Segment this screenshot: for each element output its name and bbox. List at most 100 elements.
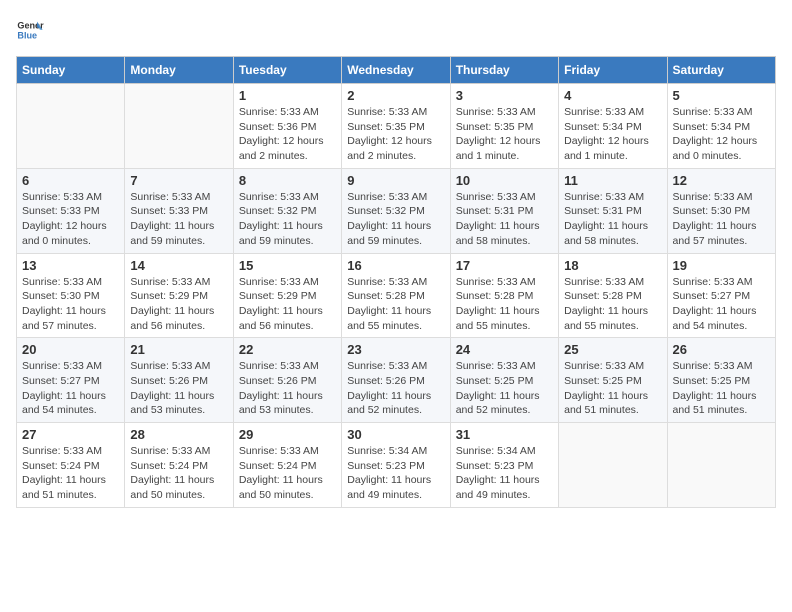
day-info: Sunrise: 5:33 AM Sunset: 5:26 PM Dayligh… bbox=[130, 359, 227, 418]
day-number: 12 bbox=[673, 173, 770, 188]
calendar-cell: 29 Sunrise: 5:33 AM Sunset: 5:24 PM Dayli… bbox=[233, 423, 341, 508]
calendar-cell: 15 Sunrise: 5:33 AM Sunset: 5:29 PM Dayli… bbox=[233, 253, 341, 338]
day-header-thursday: Thursday bbox=[450, 57, 558, 84]
calendar-cell: 31 Sunrise: 5:34 AM Sunset: 5:23 PM Dayli… bbox=[450, 423, 558, 508]
calendar-cell: 2 Sunrise: 5:33 AM Sunset: 5:35 PM Daylig… bbox=[342, 84, 450, 169]
day-number: 1 bbox=[239, 88, 336, 103]
calendar-cell: 13 Sunrise: 5:33 AM Sunset: 5:30 PM Dayli… bbox=[17, 253, 125, 338]
calendar-cell bbox=[559, 423, 667, 508]
day-info: Sunrise: 5:33 AM Sunset: 5:35 PM Dayligh… bbox=[456, 105, 553, 164]
logo-icon: General Blue bbox=[16, 16, 44, 44]
day-number: 9 bbox=[347, 173, 444, 188]
day-info: Sunrise: 5:33 AM Sunset: 5:34 PM Dayligh… bbox=[564, 105, 661, 164]
day-number: 8 bbox=[239, 173, 336, 188]
logo: General Blue bbox=[16, 16, 52, 44]
day-info: Sunrise: 5:33 AM Sunset: 5:26 PM Dayligh… bbox=[239, 359, 336, 418]
day-info: Sunrise: 5:33 AM Sunset: 5:33 PM Dayligh… bbox=[130, 190, 227, 249]
calendar-cell: 16Sunrise: 5:33 AM Sunset: 5:28 PM Dayli… bbox=[342, 253, 450, 338]
day-info: Sunrise: 5:33 AM Sunset: 5:24 PM Dayligh… bbox=[130, 444, 227, 503]
calendar-cell: 12 Sunrise: 5:33 AM Sunset: 5:30 PM Dayli… bbox=[667, 168, 775, 253]
day-number: 6 bbox=[22, 173, 119, 188]
day-number: 17 bbox=[456, 258, 553, 273]
day-number: 19 bbox=[673, 258, 770, 273]
day-info: Sunrise: 5:33 AM Sunset: 5:24 PM Dayligh… bbox=[22, 444, 119, 503]
calendar-table: SundayMondayTuesdayWednesdayThursdayFrid… bbox=[16, 56, 776, 508]
calendar-cell bbox=[125, 84, 233, 169]
day-info: Sunrise: 5:33 AM Sunset: 5:31 PM Dayligh… bbox=[456, 190, 553, 249]
day-header-saturday: Saturday bbox=[667, 57, 775, 84]
day-info: Sunrise: 5:33 AM Sunset: 5:32 PM Dayligh… bbox=[347, 190, 444, 249]
day-number: 7 bbox=[130, 173, 227, 188]
day-info: Sunrise: 5:33 AM Sunset: 5:24 PM Dayligh… bbox=[239, 444, 336, 503]
day-number: 4 bbox=[564, 88, 661, 103]
calendar-cell: 7 Sunrise: 5:33 AM Sunset: 5:33 PM Daylig… bbox=[125, 168, 233, 253]
day-info: Sunrise: 5:33 AM Sunset: 5:35 PM Dayligh… bbox=[347, 105, 444, 164]
day-number: 21 bbox=[130, 342, 227, 357]
calendar-cell: 23 Sunrise: 5:33 AM Sunset: 5:26 PM Dayli… bbox=[342, 338, 450, 423]
calendar-cell: 19 Sunrise: 5:33 AM Sunset: 5:27 PM Dayli… bbox=[667, 253, 775, 338]
calendar-cell: 22 Sunrise: 5:33 AM Sunset: 5:26 PM Dayli… bbox=[233, 338, 341, 423]
day-info: Sunrise: 5:33 AM Sunset: 5:27 PM Dayligh… bbox=[673, 275, 770, 334]
day-info: Sunrise: 5:33 AM Sunset: 5:25 PM Dayligh… bbox=[673, 359, 770, 418]
day-number: 23 bbox=[347, 342, 444, 357]
day-number: 20 bbox=[22, 342, 119, 357]
day-number: 16 bbox=[347, 258, 444, 273]
day-info: Sunrise: 5:33 AM Sunset: 5:32 PM Dayligh… bbox=[239, 190, 336, 249]
page-header: General Blue bbox=[16, 16, 776, 44]
day-number: 27 bbox=[22, 427, 119, 442]
day-number: 3 bbox=[456, 88, 553, 103]
day-info: Sunrise: 5:33 AM Sunset: 5:34 PM Dayligh… bbox=[673, 105, 770, 164]
calendar-cell: 9 Sunrise: 5:33 AM Sunset: 5:32 PM Daylig… bbox=[342, 168, 450, 253]
day-info: Sunrise: 5:33 AM Sunset: 5:28 PM Dayligh… bbox=[456, 275, 553, 334]
day-number: 18 bbox=[564, 258, 661, 273]
day-number: 31 bbox=[456, 427, 553, 442]
calendar-cell: 10 Sunrise: 5:33 AM Sunset: 5:31 PM Dayli… bbox=[450, 168, 558, 253]
day-info: Sunrise: 5:33 AM Sunset: 5:30 PM Dayligh… bbox=[22, 275, 119, 334]
day-info: Sunrise: 5:33 AM Sunset: 5:29 PM Dayligh… bbox=[239, 275, 336, 334]
calendar-cell: 26Sunrise: 5:33 AM Sunset: 5:25 PM Dayli… bbox=[667, 338, 775, 423]
day-header-wednesday: Wednesday bbox=[342, 57, 450, 84]
calendar-cell bbox=[667, 423, 775, 508]
calendar-week-3: 13 Sunrise: 5:33 AM Sunset: 5:30 PM Dayli… bbox=[17, 253, 776, 338]
calendar-cell: 4 Sunrise: 5:33 AM Sunset: 5:34 PM Daylig… bbox=[559, 84, 667, 169]
calendar-cell: 20 Sunrise: 5:33 AM Sunset: 5:27 PM Dayli… bbox=[17, 338, 125, 423]
calendar-header: SundayMondayTuesdayWednesdayThursdayFrid… bbox=[17, 57, 776, 84]
day-number: 15 bbox=[239, 258, 336, 273]
calendar-cell: 28 Sunrise: 5:33 AM Sunset: 5:24 PM Dayli… bbox=[125, 423, 233, 508]
day-number: 30 bbox=[347, 427, 444, 442]
day-info: Sunrise: 5:33 AM Sunset: 5:30 PM Dayligh… bbox=[673, 190, 770, 249]
day-number: 28 bbox=[130, 427, 227, 442]
day-info: Sunrise: 5:33 AM Sunset: 5:36 PM Dayligh… bbox=[239, 105, 336, 164]
day-number: 2 bbox=[347, 88, 444, 103]
calendar-cell: 8 Sunrise: 5:33 AM Sunset: 5:32 PM Daylig… bbox=[233, 168, 341, 253]
day-info: Sunrise: 5:34 AM Sunset: 5:23 PM Dayligh… bbox=[456, 444, 553, 503]
calendar-cell: 24Sunrise: 5:33 AM Sunset: 5:25 PM Dayli… bbox=[450, 338, 558, 423]
svg-text:Blue: Blue bbox=[17, 30, 37, 40]
day-info: Sunrise: 5:33 AM Sunset: 5:26 PM Dayligh… bbox=[347, 359, 444, 418]
calendar-week-2: 6 Sunrise: 5:33 AM Sunset: 5:33 PM Daylig… bbox=[17, 168, 776, 253]
calendar-cell: 14Sunrise: 5:33 AM Sunset: 5:29 PM Dayli… bbox=[125, 253, 233, 338]
day-info: Sunrise: 5:33 AM Sunset: 5:27 PM Dayligh… bbox=[22, 359, 119, 418]
calendar-cell: 18 Sunrise: 5:33 AM Sunset: 5:28 PM Dayli… bbox=[559, 253, 667, 338]
calendar-cell: 21 Sunrise: 5:33 AM Sunset: 5:26 PM Dayli… bbox=[125, 338, 233, 423]
day-number: 29 bbox=[239, 427, 336, 442]
day-info: Sunrise: 5:33 AM Sunset: 5:25 PM Dayligh… bbox=[564, 359, 661, 418]
day-header-sunday: Sunday bbox=[17, 57, 125, 84]
day-number: 5 bbox=[673, 88, 770, 103]
day-number: 13 bbox=[22, 258, 119, 273]
day-info: Sunrise: 5:33 AM Sunset: 5:33 PM Dayligh… bbox=[22, 190, 119, 249]
calendar-cell: 1 Sunrise: 5:33 AM Sunset: 5:36 PM Daylig… bbox=[233, 84, 341, 169]
calendar-cell: 25Sunrise: 5:33 AM Sunset: 5:25 PM Dayli… bbox=[559, 338, 667, 423]
day-header-monday: Monday bbox=[125, 57, 233, 84]
day-number: 24 bbox=[456, 342, 553, 357]
day-info: Sunrise: 5:33 AM Sunset: 5:29 PM Dayligh… bbox=[130, 275, 227, 334]
day-info: Sunrise: 5:33 AM Sunset: 5:28 PM Dayligh… bbox=[564, 275, 661, 334]
day-header-friday: Friday bbox=[559, 57, 667, 84]
day-number: 22 bbox=[239, 342, 336, 357]
day-number: 10 bbox=[456, 173, 553, 188]
calendar-cell: 6 Sunrise: 5:33 AM Sunset: 5:33 PM Daylig… bbox=[17, 168, 125, 253]
calendar-cell: 30Sunrise: 5:34 AM Sunset: 5:23 PM Dayli… bbox=[342, 423, 450, 508]
calendar-cell: 11Sunrise: 5:33 AM Sunset: 5:31 PM Dayli… bbox=[559, 168, 667, 253]
day-number: 11 bbox=[564, 173, 661, 188]
calendar-cell: 17 Sunrise: 5:33 AM Sunset: 5:28 PM Dayli… bbox=[450, 253, 558, 338]
